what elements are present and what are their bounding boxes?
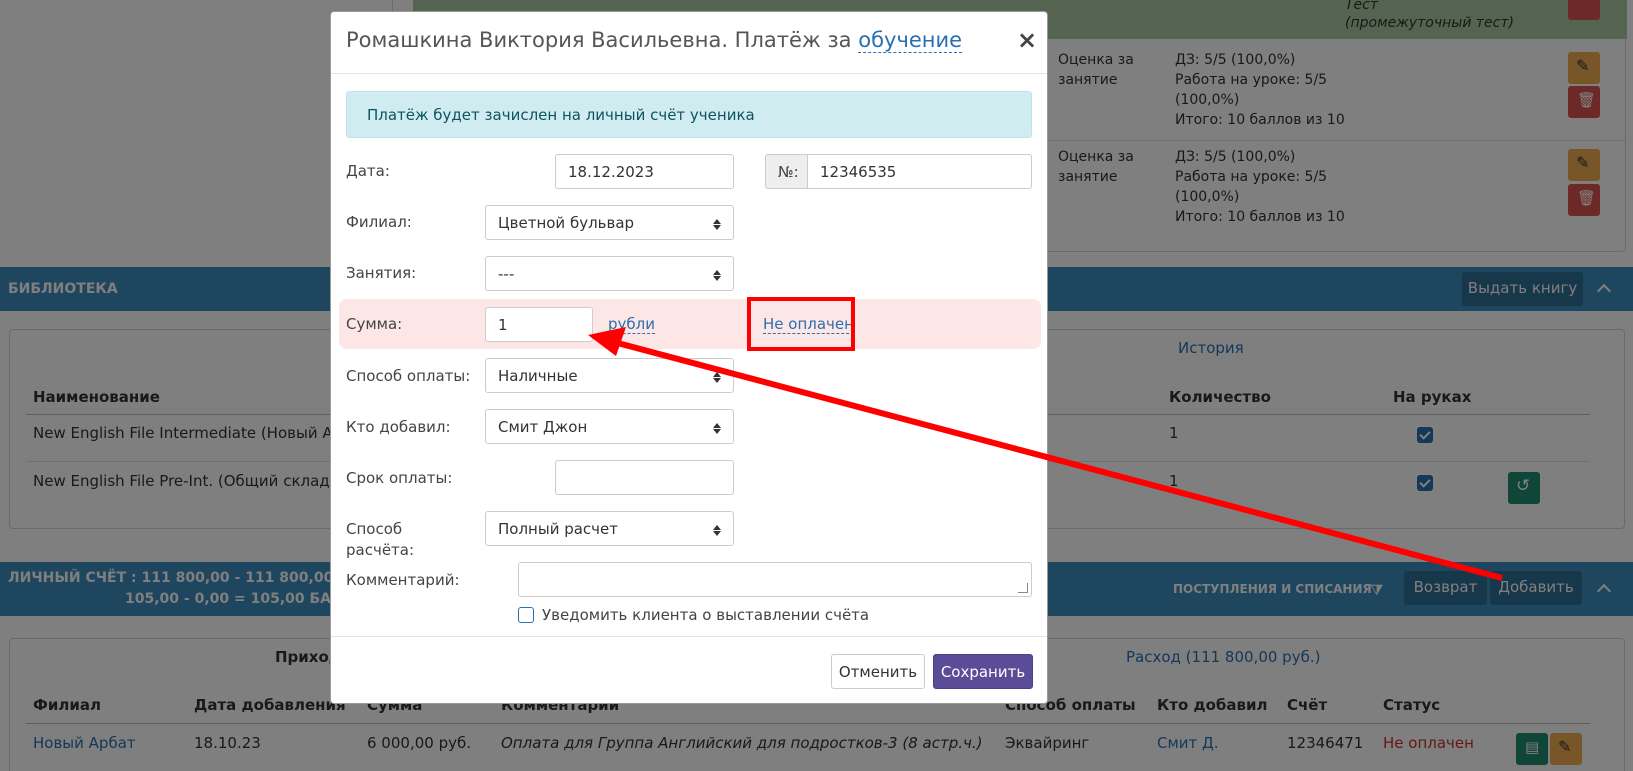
amount-input[interactable]: 1 bbox=[485, 307, 593, 342]
payment-method-select[interactable]: Наличные bbox=[485, 358, 734, 393]
modal-title: Ромашкина Виктория Васильевна. Платёж за… bbox=[346, 28, 963, 53]
resize-handle-icon[interactable] bbox=[1018, 583, 1028, 593]
added-by-label: Кто добавил: bbox=[346, 418, 451, 436]
modal-header-divider bbox=[331, 73, 1047, 74]
date-label: Дата: bbox=[346, 162, 390, 180]
modal-title-text: Ромашкина Виктория Васильевна. Платёж за bbox=[346, 28, 852, 52]
calc-method-label: Способ bbox=[346, 520, 403, 538]
branch-label: Филиал: bbox=[346, 213, 412, 231]
notify-checkbox[interactable] bbox=[518, 607, 534, 623]
notify-label[interactable]: Уведомить клиента о выставлении счёта bbox=[542, 606, 869, 624]
comment-label: Комментарий: bbox=[346, 571, 460, 589]
comment-textarea[interactable] bbox=[518, 562, 1032, 597]
cancel-button[interactable]: Отменить bbox=[831, 654, 925, 689]
amount-label: Сумма: bbox=[346, 315, 403, 333]
branch-select[interactable]: Цветной бульвар bbox=[485, 205, 734, 240]
info-alert: Платёж будет зачислен на личный счёт уче… bbox=[346, 91, 1032, 138]
due-date-input[interactable] bbox=[555, 460, 734, 495]
calc-method-label-2: расчёта: bbox=[346, 541, 415, 559]
close-icon[interactable]: × bbox=[1017, 26, 1037, 54]
payment-modal: Ромашкина Виктория Васильевна. Платёж за… bbox=[330, 11, 1048, 704]
modal-footer-divider bbox=[331, 636, 1047, 637]
payment-method-label: Способ оплаты: bbox=[346, 367, 471, 385]
save-button[interactable]: Сохранить bbox=[933, 654, 1033, 689]
payment-type-link[interactable]: обучение bbox=[858, 28, 963, 53]
lessons-select[interactable]: --- bbox=[485, 256, 734, 291]
annotation-highlight-box bbox=[747, 297, 855, 351]
due-date-label: Срок оплаты: bbox=[346, 469, 453, 487]
calc-method-select[interactable]: Полный расчет bbox=[485, 511, 734, 546]
currency-link[interactable]: рубли bbox=[608, 315, 655, 334]
lessons-label: Занятия: bbox=[346, 264, 417, 282]
number-input[interactable]: 12346535 bbox=[807, 154, 1032, 189]
added-by-select[interactable]: Смит Джон bbox=[485, 409, 734, 444]
amount-row-error bbox=[339, 299, 1041, 349]
number-addon: №: bbox=[765, 154, 808, 189]
date-input[interactable]: 18.12.2023 bbox=[555, 154, 734, 189]
